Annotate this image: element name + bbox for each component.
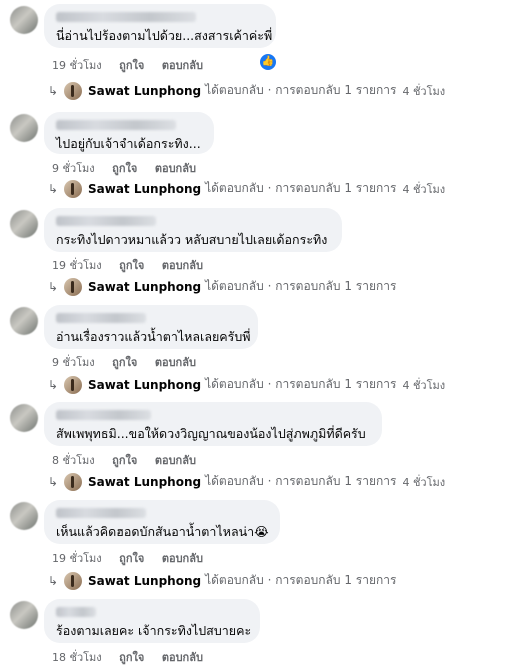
reply-arrow-icon: ↳ — [48, 573, 59, 588]
comment-bubble: กระทิงไปดาวหมาแล้วว หลับสบายไปเลยเด้อกระ… — [44, 208, 342, 252]
reply-summary-row[interactable]: ↳ Sawat Lunphong ได้ตอบกลับ · การตอบกลับ… — [48, 472, 445, 491]
reply-time: 4 ชั่วโมง — [402, 182, 446, 196]
reply-action[interactable]: ตอบกลับ — [155, 162, 196, 175]
commenter-name-redacted[interactable] — [56, 410, 151, 420]
comment-actions: 19 ชั่วโมง ถูกใจ ตอบกลับ — [52, 56, 217, 74]
avatar[interactable] — [10, 601, 38, 629]
comment-bubble: อ่านเรื่องราวแล้วน้ำตาไหลเลยครับพี่ — [44, 305, 258, 349]
comment-bubble: สัพเพพุทธมิ...ขอให้ดวงวิญญาณของน้องไปสู่… — [44, 402, 382, 446]
reply-summary-row[interactable]: ↳ Sawat Lunphong ได้ตอบกลับ · การตอบกลับ… — [48, 571, 396, 590]
reply-author-name[interactable]: Sawat Lunphong — [88, 182, 201, 196]
avatar[interactable] — [10, 307, 38, 335]
reply-summary-text[interactable]: ได้ตอบกลับ · การตอบกลับ 1 รายการ — [205, 81, 396, 100]
reply-summary-text[interactable]: ได้ตอบกลับ · การตอบกลับ 1 รายการ — [205, 375, 396, 394]
avatar — [64, 375, 82, 394]
comment-text: เห็นแล้วคิดฮอดบักสันอาน้ำตาไหลน่า😭 — [56, 524, 269, 539]
reply-arrow-icon: ↳ — [48, 279, 59, 294]
reply-arrow-icon: ↳ — [48, 377, 59, 392]
comment-actions: 19 ชั่วโมง ถูกใจ ตอบกลับ — [52, 549, 217, 567]
commenter-name-redacted[interactable] — [56, 508, 146, 518]
comment-text: ร้องตามเลยคะ เจ้ากระทิงไปสบายคะ — [56, 623, 252, 638]
comment-actions: 9 ชั่วโมง ถูกใจ ตอบกลับ — [52, 159, 210, 177]
reply-action[interactable]: ตอบกลับ — [162, 259, 203, 272]
avatar — [64, 571, 82, 590]
avatar — [64, 472, 82, 491]
comment-text: อ่านเรื่องราวแล้วน้ำตาไหลเลยครับพี่ — [56, 329, 251, 344]
comment-time[interactable]: 19 ชั่วโมง — [52, 552, 102, 565]
comment-text: สัพเพพุทธมิ...ขอให้ดวงวิญญาณของน้องไปสู่… — [56, 426, 366, 441]
reply-action[interactable]: ตอบกลับ — [162, 59, 203, 72]
like-action[interactable]: ถูกใจ — [119, 259, 144, 272]
reply-summary-row[interactable]: ↳ Sawat Lunphong ได้ตอบกลับ · การตอบกลับ… — [48, 179, 445, 198]
reply-summary-text[interactable]: ได้ตอบกลับ · การตอบกลับ 1 รายการ — [205, 179, 396, 198]
avatar[interactable] — [10, 114, 38, 142]
commenter-name-redacted[interactable] — [56, 216, 156, 226]
reply-author-name[interactable]: Sawat Lunphong — [88, 84, 201, 98]
reply-action[interactable]: ตอบกลับ — [162, 552, 203, 565]
like-action[interactable]: ถูกใจ — [119, 651, 144, 664]
comment-bubble: ร้องตามเลยคะ เจ้ากระทิงไปสบายคะ — [44, 599, 260, 643]
comment-bubble: นี่อ่านไปร้องตามไปด้วย...สงสารเค้าค่ะพี่ — [44, 4, 276, 48]
reply-author-name[interactable]: Sawat Lunphong — [88, 280, 201, 294]
reply-summary-row[interactable]: ↳ Sawat Lunphong ได้ตอบกลับ · การตอบกลับ… — [48, 375, 445, 394]
reply-summary-text[interactable]: ได้ตอบกลับ · การตอบกลับ 1 รายการ — [205, 277, 396, 296]
like-action[interactable]: ถูกใจ — [112, 356, 137, 369]
comment-time[interactable]: 18 ชั่วโมง — [52, 651, 102, 664]
comment-time[interactable]: 19 ชั่วโมง — [52, 59, 102, 72]
commenter-name-redacted[interactable] — [56, 313, 146, 323]
reply-summary-row[interactable]: ↳ Sawat Lunphong ได้ตอบกลับ · การตอบกลับ… — [48, 277, 396, 296]
comment-text: นี่อ่านไปร้องตามไปด้วย...สงสารเค้าค่ะพี่ — [56, 28, 273, 43]
avatar[interactable] — [10, 210, 38, 238]
like-action[interactable]: ถูกใจ — [112, 454, 137, 467]
reply-summary-text[interactable]: ได้ตอบกลับ · การตอบกลับ 1 รายการ — [205, 571, 396, 590]
like-action[interactable]: ถูกใจ — [112, 162, 137, 175]
comment-actions: 8 ชั่วโมง ถูกใจ ตอบกลับ — [52, 451, 210, 469]
comment-text: กระทิงไปดาวหมาแล้วว หลับสบายไปเลยเด้อกระ… — [56, 232, 328, 247]
comment-bubble: ไปอยู่กับเจ้าจำเด้อกระทิง... — [44, 112, 214, 154]
comment-text: ไปอยู่กับเจ้าจำเด้อกระทิง... — [56, 136, 201, 151]
avatar — [64, 179, 82, 198]
reply-action[interactable]: ตอบกลับ — [155, 356, 196, 369]
reply-action[interactable]: ตอบกลับ — [162, 651, 203, 664]
comment-actions: 18 ชั่วโมง ถูกใจ ตอบกลับ — [52, 648, 217, 666]
avatar[interactable] — [10, 6, 38, 34]
reply-action[interactable]: ตอบกลับ — [155, 454, 196, 467]
like-action[interactable]: ถูกใจ — [119, 59, 144, 72]
comment-time[interactable]: 19 ชั่วโมง — [52, 259, 102, 272]
commenter-name-redacted[interactable] — [56, 12, 196, 22]
commenter-name-redacted[interactable] — [56, 607, 96, 617]
reply-summary-row[interactable]: ↳ Sawat Lunphong ได้ตอบกลับ · การตอบกลับ… — [48, 81, 445, 100]
avatar — [64, 277, 82, 296]
comment-actions: 19 ชั่วโมง ถูกใจ ตอบกลับ — [52, 256, 217, 274]
reply-author-name[interactable]: Sawat Lunphong — [88, 378, 201, 392]
reply-time: 4 ชั่วโมง — [402, 84, 446, 98]
reply-time: 4 ชั่วโมง — [402, 475, 446, 489]
comment-time[interactable]: 9 ชั่วโมง — [52, 162, 95, 175]
commenter-name-redacted[interactable] — [56, 120, 176, 130]
reply-summary-text[interactable]: ได้ตอบกลับ · การตอบกลับ 1 รายการ — [205, 472, 396, 491]
comment-bubble: เห็นแล้วคิดฮอดบักสันอาน้ำตาไหลน่า😭 — [44, 500, 280, 544]
reply-author-name[interactable]: Sawat Lunphong — [88, 574, 201, 588]
like-action[interactable]: ถูกใจ — [119, 552, 144, 565]
reply-arrow-icon: ↳ — [48, 83, 59, 98]
thumbs-up-icon[interactable]: 👍 — [260, 54, 276, 70]
comment-time[interactable]: 9 ชั่วโมง — [52, 356, 95, 369]
reply-time: 4 ชั่วโมง — [402, 378, 446, 392]
reply-arrow-icon: ↳ — [48, 181, 59, 196]
comment-time[interactable]: 8 ชั่วโมง — [52, 454, 95, 467]
avatar — [64, 81, 82, 100]
reply-author-name[interactable]: Sawat Lunphong — [88, 475, 201, 489]
avatar[interactable] — [10, 502, 38, 530]
reply-arrow-icon: ↳ — [48, 474, 59, 489]
avatar[interactable] — [10, 404, 38, 432]
comment-actions: 9 ชั่วโมง ถูกใจ ตอบกลับ — [52, 353, 210, 371]
